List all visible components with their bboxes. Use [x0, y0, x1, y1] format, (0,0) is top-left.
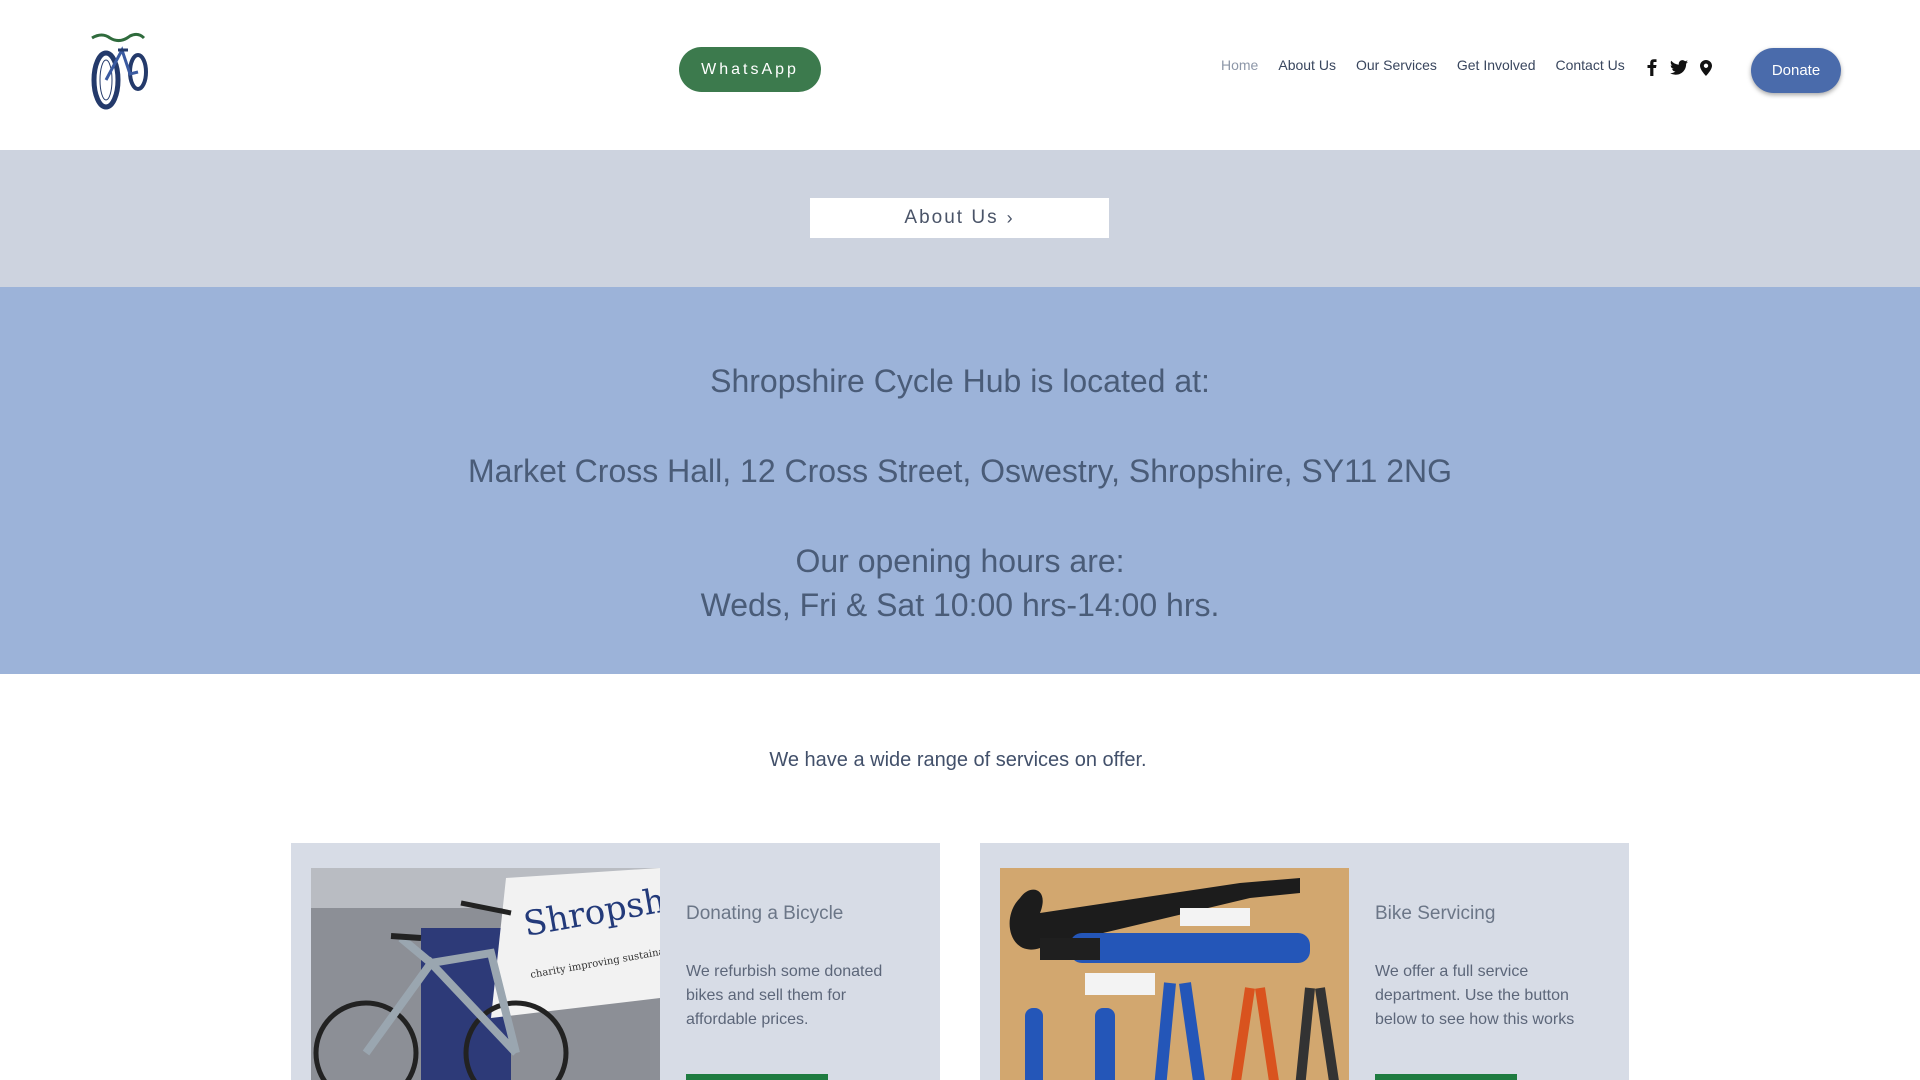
social-links: [1646, 59, 1712, 76]
twitter-icon[interactable]: [1670, 60, 1688, 75]
donated-bike-image: Shropshire Cycle Hub charity improving s…: [311, 868, 660, 1080]
service-card-title: Bike Servicing: [1375, 903, 1496, 924]
nav-item-contact-us[interactable]: Contact Us: [1555, 57, 1624, 73]
nav-item-get-involved[interactable]: Get Involved: [1457, 57, 1536, 73]
opening-hours-value: Weds, Fri & Sat 10:00 hrs-14:00 hrs.: [700, 587, 1220, 623]
donating-bicycle-button[interactable]: [686, 1074, 828, 1080]
facebook-icon[interactable]: [1646, 59, 1658, 76]
bicycle-logo-icon[interactable]: [88, 30, 154, 112]
service-card-servicing: Bike Servicing We offer a full service d…: [980, 843, 1629, 1080]
nav-item-about-us[interactable]: About Us: [1278, 57, 1336, 73]
tools-image: [1000, 868, 1349, 1080]
chevron-right-icon: ›: [1006, 207, 1015, 228]
map-pin-icon[interactable]: [1700, 59, 1712, 76]
service-card-title: Donating a Bicycle: [686, 903, 844, 924]
about-us-button[interactable]: About Us ›: [810, 198, 1109, 238]
donate-button[interactable]: Donate: [1751, 48, 1841, 93]
nav-item-our-services[interactable]: Our Services: [1356, 57, 1437, 73]
service-card-description: We offer a full service department. Use …: [1375, 963, 1575, 1028]
opening-hours-heading: Our opening hours are:: [795, 543, 1125, 579]
services-intro: We have a wide range of services on offe…: [769, 749, 1147, 771]
whatsapp-button[interactable]: WhatsApp: [679, 47, 821, 92]
site-header: WhatsApp Home About Us Our Services Get …: [0, 0, 1920, 150]
location-address: Market Cross Hall, 12 Cross Street, Oswe…: [467, 453, 1452, 489]
main-nav: Home About Us Our Services Get Involved …: [1221, 57, 1625, 73]
location-heading: Shropshire Cycle Hub is located at:: [710, 363, 1210, 399]
service-card-donating: Shropshire Cycle Hub charity improving s…: [291, 843, 940, 1080]
service-card-description: We refurbish some donated bikes and sell…: [686, 963, 883, 1028]
bike-servicing-button[interactable]: [1375, 1074, 1517, 1080]
nav-item-home[interactable]: Home: [1221, 57, 1258, 73]
about-us-button-label: About Us: [904, 207, 999, 228]
